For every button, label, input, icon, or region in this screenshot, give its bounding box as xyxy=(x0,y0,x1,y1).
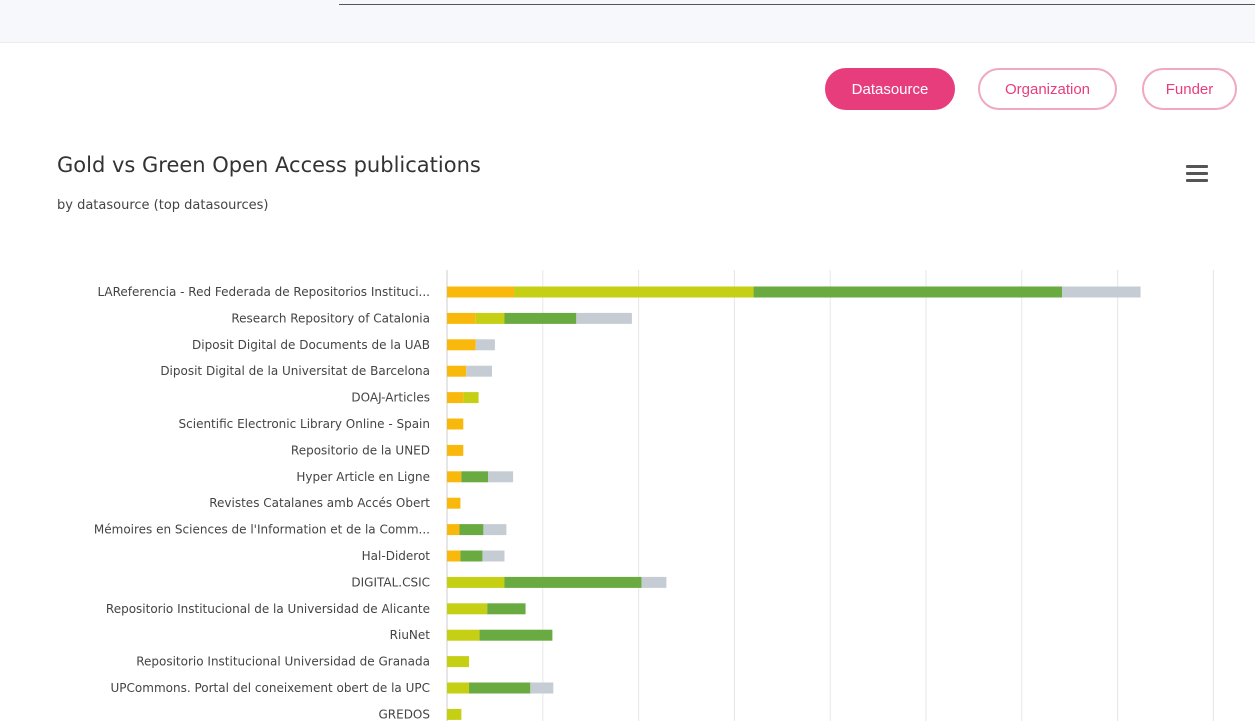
category-label: LAReferencia - Red Federada de Repositor… xyxy=(97,285,430,299)
bar-segment-series-0[interactable] xyxy=(447,365,467,377)
category-label: Repositorio de la UNED xyxy=(291,443,430,457)
bar-segment-series-2[interactable] xyxy=(469,682,531,694)
bar-segment-series-0[interactable] xyxy=(447,312,476,324)
category-label: Mémoires en Sciences de l'Information et… xyxy=(94,523,430,537)
category-label: GREDOS xyxy=(378,707,430,721)
category-label: Hal-Diderot xyxy=(362,549,431,563)
bar-chart: LAReferencia - Red Federada de Repositor… xyxy=(94,270,1214,721)
bar-segment-series-3[interactable] xyxy=(488,471,514,483)
bar-segment-series-2[interactable] xyxy=(504,312,577,324)
bar-segment-series-3[interactable] xyxy=(483,524,507,536)
category-label: Diposit Digital de Documents de la UAB xyxy=(192,338,430,352)
category-label: DOAJ-Articles xyxy=(351,391,430,405)
category-label: Research Repository of Catalonia xyxy=(231,311,430,325)
top-band xyxy=(0,0,1255,43)
bar-segment-series-1[interactable] xyxy=(475,312,505,324)
bar-segment-series-3[interactable] xyxy=(1062,286,1141,298)
bar-segment-series-0[interactable] xyxy=(447,286,515,298)
bar-segment-series-0[interactable] xyxy=(447,524,460,536)
category-label: Diposit Digital de la Universitat de Bar… xyxy=(160,364,430,378)
filter-organization-button[interactable]: Organization xyxy=(978,68,1117,110)
category-label: RiuNet xyxy=(390,628,431,642)
filter-bar: Datasource Organization Funder xyxy=(0,68,1255,112)
bar-segment-series-0[interactable] xyxy=(447,471,462,483)
bar-segment-series-0[interactable] xyxy=(447,392,464,404)
bar-segment-series-3[interactable] xyxy=(482,550,505,562)
bar-segment-series-2[interactable] xyxy=(479,629,553,641)
category-label: Revistes Catalanes amb Accés Obert xyxy=(209,496,430,510)
category-label: Hyper Article en Ligne xyxy=(296,470,430,484)
category-label: DIGITAL.CSIC xyxy=(351,575,430,589)
bar-segment-series-1[interactable] xyxy=(447,682,470,694)
bar-segment-series-3[interactable] xyxy=(576,312,632,324)
bar-segment-series-0[interactable] xyxy=(447,497,461,509)
bar-segment-series-2[interactable] xyxy=(504,576,642,588)
bar-segment-series-1[interactable] xyxy=(463,392,479,404)
bar-segment-series-1[interactable] xyxy=(447,656,470,668)
bar-segment-series-1[interactable] xyxy=(514,286,754,298)
chart-title: Gold vs Green Open Access publications xyxy=(57,153,481,177)
category-label: UPCommons. Portal del coneixement obert … xyxy=(111,681,430,695)
bar-segment-series-1[interactable] xyxy=(447,576,505,588)
bar-segment-series-0[interactable] xyxy=(447,444,464,456)
bar-segment-series-2[interactable] xyxy=(459,524,484,536)
chart-subtitle: by datasource (top datasources) xyxy=(57,198,269,213)
bar-segment-series-0[interactable] xyxy=(447,550,461,562)
bar-segment-series-0[interactable] xyxy=(447,339,476,351)
bar-segment-series-3[interactable] xyxy=(466,365,493,377)
bar-segment-series-1[interactable] xyxy=(447,603,488,615)
hamburger-menu-icon[interactable] xyxy=(1186,165,1208,183)
category-label: Scientific Electronic Library Online - S… xyxy=(179,417,430,431)
category-label: Repositorio Institucional Universidad de… xyxy=(136,655,430,669)
top-divider xyxy=(339,4,1255,5)
bar-segment-series-2[interactable] xyxy=(753,286,1063,298)
bar-segment-series-1[interactable] xyxy=(447,629,480,641)
category-label: Repositorio Institucional de la Universi… xyxy=(106,602,430,616)
bar-segment-series-2[interactable] xyxy=(487,603,526,615)
bar-segment-series-1[interactable] xyxy=(447,708,462,720)
bar-segment-series-0[interactable] xyxy=(447,418,464,430)
bar-segment-series-3[interactable] xyxy=(530,682,554,694)
filter-datasource-button[interactable]: Datasource xyxy=(825,68,955,110)
bar-segment-series-2[interactable] xyxy=(460,550,483,562)
bar-segment-series-2[interactable] xyxy=(461,471,489,483)
filter-funder-button[interactable]: Funder xyxy=(1142,68,1237,110)
bar-segment-series-3[interactable] xyxy=(641,576,667,588)
bar-segment-series-3[interactable] xyxy=(475,339,495,351)
